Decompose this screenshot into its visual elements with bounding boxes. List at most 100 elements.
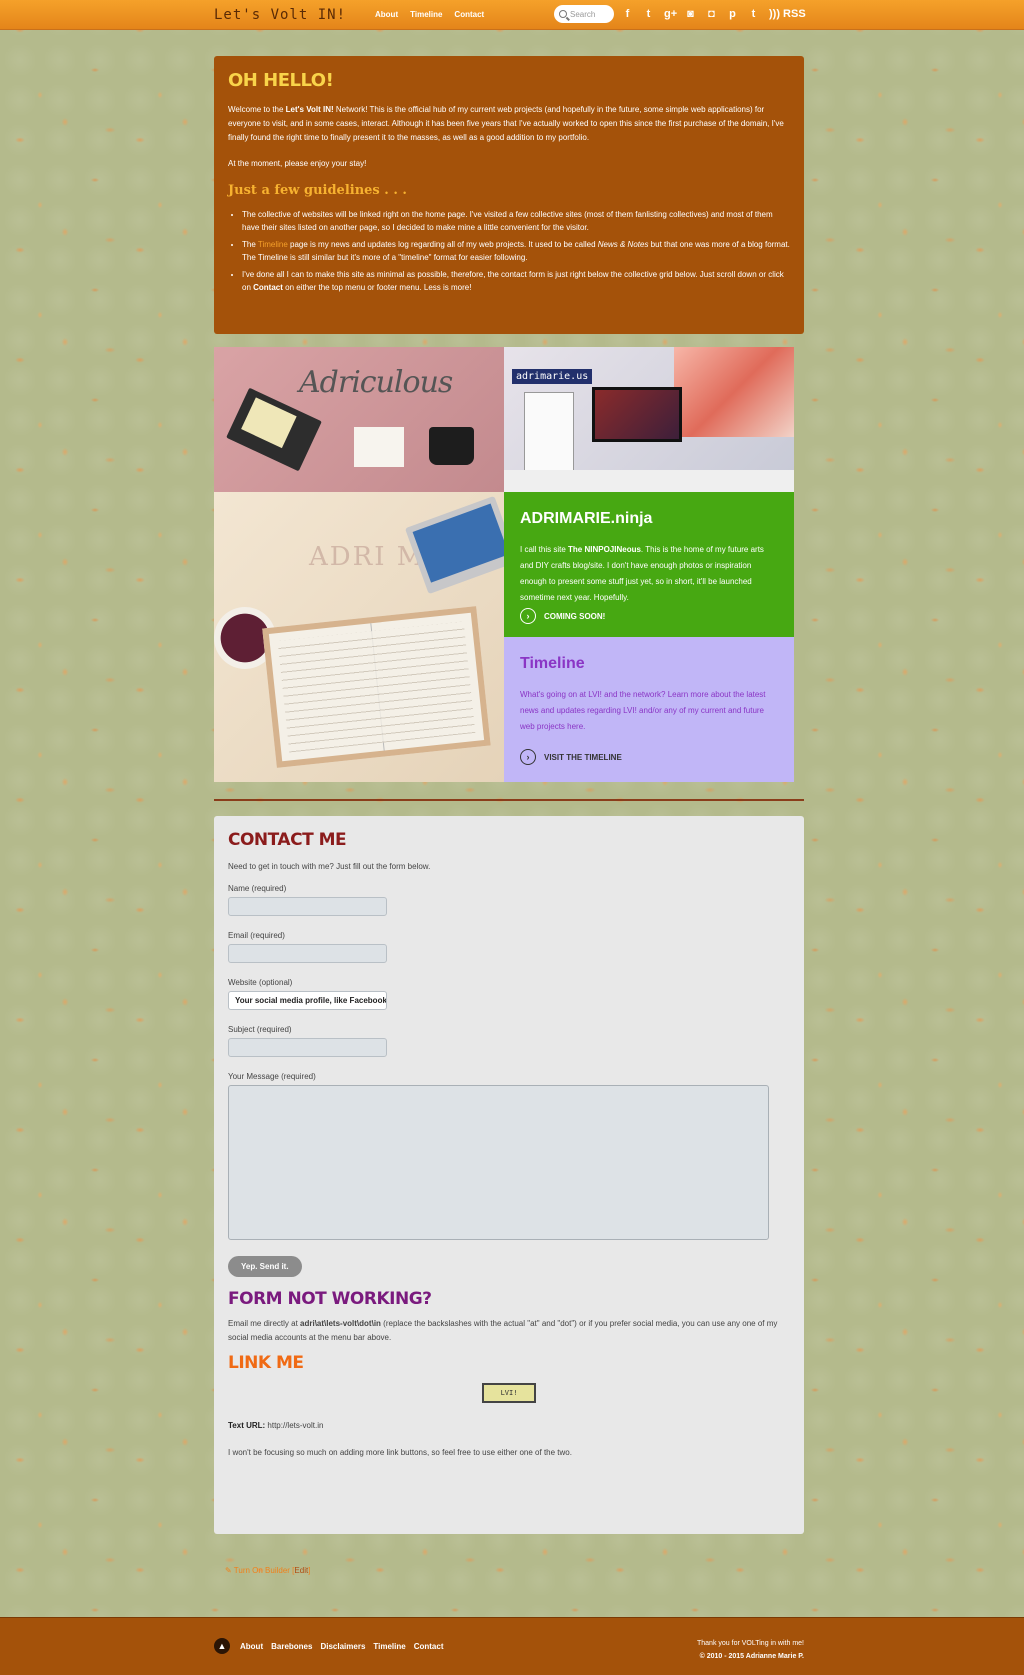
website-field[interactable]: Your social media profile, like Facebook	[228, 991, 387, 1010]
footer-nav: ▲ About Barebones Disclaimers Timeline C…	[214, 1638, 443, 1654]
welcome-title: OH HELLO!	[228, 70, 334, 91]
paper-image	[354, 427, 404, 467]
welcome-paragraph: Welcome to the Let's Volt IN! Network! T…	[228, 103, 790, 145]
text-url-value: http://lets-volt.in	[265, 1421, 324, 1430]
website-label: Website (optional)	[228, 978, 293, 987]
facebook-icon[interactable]: f	[622, 8, 633, 20]
adriculous-logo: Adriculous	[299, 365, 453, 400]
subject-field[interactable]	[228, 1038, 387, 1057]
tile-adriculous[interactable]: Adriculous	[214, 347, 504, 492]
search-input[interactable]: Search	[554, 5, 614, 23]
site-logo[interactable]: Let's Volt IN!	[214, 7, 346, 23]
guideline-text: on either the top menu or footer menu. L…	[282, 283, 472, 292]
footer-timeline[interactable]: Timeline	[373, 1642, 405, 1651]
subject-label: Subject (required)	[228, 1025, 292, 1034]
game-icon[interactable]: ◙	[685, 8, 696, 20]
email-label: Email (required)	[228, 931, 285, 940]
social-links: f t g+ ◙ ◘ p t ))) RSS	[622, 8, 806, 20]
email-address: adri\at\lets-volt\dot\in	[300, 1319, 381, 1328]
guideline-item: The collective of websites will be linke…	[242, 208, 790, 234]
top-bar: Let's Volt IN! About Timeline Contact Se…	[0, 0, 1024, 30]
footer: ▲ About Barebones Disclaimers Timeline C…	[0, 1617, 1024, 1675]
guidelines-list: The collective of websites will be linke…	[228, 208, 790, 294]
builder-label[interactable]: Turn On Builder	[234, 1566, 290, 1575]
send-button[interactable]: Yep. Send it.	[228, 1256, 302, 1277]
section-divider	[214, 799, 804, 801]
google-plus-icon[interactable]: g+	[664, 8, 677, 20]
back-to-top-icon[interactable]: ▲	[214, 1638, 230, 1654]
text-url: Text URL: http://lets-volt.in	[228, 1421, 790, 1430]
footer-about[interactable]: About	[240, 1642, 263, 1651]
timeline-text: What's going on at LVI! and the network?…	[520, 690, 766, 731]
form-not-working-text: Email me directly at adri\at\lets-volt\d…	[228, 1317, 790, 1345]
guideline-item: I've done all I can to make this site as…	[242, 268, 790, 294]
sketch-image	[524, 392, 574, 472]
twitter-icon[interactable]: t	[643, 8, 654, 20]
message-field[interactable]	[228, 1085, 769, 1240]
visit-timeline-label: VISIT THE TIMELINE	[544, 752, 622, 762]
monitor-image	[592, 387, 682, 442]
form-not-working-title: FORM NOT WORKING?	[228, 1289, 432, 1309]
bag-image	[429, 427, 474, 465]
text-url-label: Text URL:	[228, 1421, 266, 1430]
tile-adrimarie-ninja[interactable]: ADRIMARIE.ninja I call this site The NIN…	[504, 492, 794, 637]
fnw-text-a: Email me directly at	[228, 1319, 301, 1328]
ninja-text: I call this site The NINPOJINeous. This …	[520, 542, 778, 606]
desk-image	[504, 470, 794, 492]
tile-adri-mars[interactable]: ADRI MARS	[214, 492, 504, 782]
guideline-text: The	[242, 240, 258, 249]
nav-contact[interactable]: Contact	[454, 10, 484, 19]
coming-soon-link[interactable]: › COMING SOON!	[520, 608, 778, 624]
pinterest-icon[interactable]: p	[727, 8, 738, 20]
tile-timeline[interactable]: Timeline What's going on at LVI! and the…	[504, 637, 794, 782]
monitor-screen	[595, 390, 679, 439]
link-me-title: LINK ME	[228, 1353, 304, 1373]
guideline-item: The Timeline page is my news and updates…	[242, 238, 790, 264]
chevron-right-icon: ›	[520, 749, 536, 765]
rss-link[interactable]: ))) RSS	[769, 8, 806, 20]
timeline-link[interactable]: Timeline	[258, 240, 288, 249]
tile-adrimarie-us[interactable]: adrimarie.us	[504, 347, 794, 492]
laptop-screen	[241, 397, 297, 449]
footer-disclaimers[interactable]: Disclaimers	[320, 1642, 365, 1651]
ninja-text-a: I call this site	[520, 545, 569, 554]
rss-label: RSS	[783, 8, 806, 20]
message-label: Your Message (required)	[228, 1072, 316, 1081]
tumblr-icon[interactable]: t	[748, 8, 759, 20]
nav-timeline[interactable]: Timeline	[410, 10, 442, 19]
builder-link[interactable]: ✎ Turn On Builder [Edit]	[225, 1566, 310, 1575]
adrimarie-us-logo: adrimarie.us	[512, 369, 593, 384]
poster-image	[674, 347, 794, 437]
laptop-image	[404, 495, 504, 595]
contact-emphasis: Contact	[253, 283, 283, 292]
link-note: I won't be focusing so much on adding mo…	[228, 1448, 572, 1457]
contact-section: CONTACT ME Need to get in touch with me?…	[214, 816, 804, 1534]
guideline-text: page is my news and updates log regardin…	[287, 240, 598, 249]
welcome-text: Welcome to the	[228, 105, 286, 114]
edit-link[interactable]: Edit	[294, 1566, 308, 1575]
contact-title: CONTACT ME	[228, 830, 347, 850]
guideline-emphasis: News & Notes	[597, 240, 649, 249]
coming-soon-label: COMING SOON!	[544, 611, 606, 621]
laptop-screen	[412, 503, 504, 583]
ninja-text-strong: The NINPOJINeous	[568, 545, 641, 554]
enjoy-text: At the moment, please enjoy your stay!	[228, 159, 367, 168]
copyright: © 2010 - 2015 Adrianne Marie P.	[699, 1653, 804, 1660]
site-name: Let's Volt IN!	[285, 105, 334, 114]
email-field[interactable]	[228, 944, 387, 963]
instagram-icon[interactable]: ◘	[706, 8, 717, 20]
link-button-image[interactable]: LVI!	[482, 1383, 536, 1403]
top-nav: About Timeline Contact	[375, 10, 484, 19]
chevron-right-icon: ›	[520, 608, 536, 624]
notebook-image	[262, 606, 491, 768]
nav-about[interactable]: About	[375, 10, 398, 19]
contact-intro: Need to get in touch with me? Just fill …	[228, 862, 431, 871]
name-label: Name (required)	[228, 884, 287, 893]
visit-timeline-link[interactable]: › VISIT THE TIMELINE	[520, 749, 778, 765]
ninja-title: ADRIMARIE.ninja	[520, 510, 653, 527]
footer-barebones[interactable]: Barebones	[271, 1642, 312, 1651]
name-field[interactable]	[228, 897, 387, 916]
footer-contact[interactable]: Contact	[414, 1642, 444, 1651]
guidelines-title: Just a few guidelines . . .	[228, 183, 407, 198]
welcome-box: OH HELLO! Welcome to the Let's Volt IN! …	[214, 56, 804, 334]
